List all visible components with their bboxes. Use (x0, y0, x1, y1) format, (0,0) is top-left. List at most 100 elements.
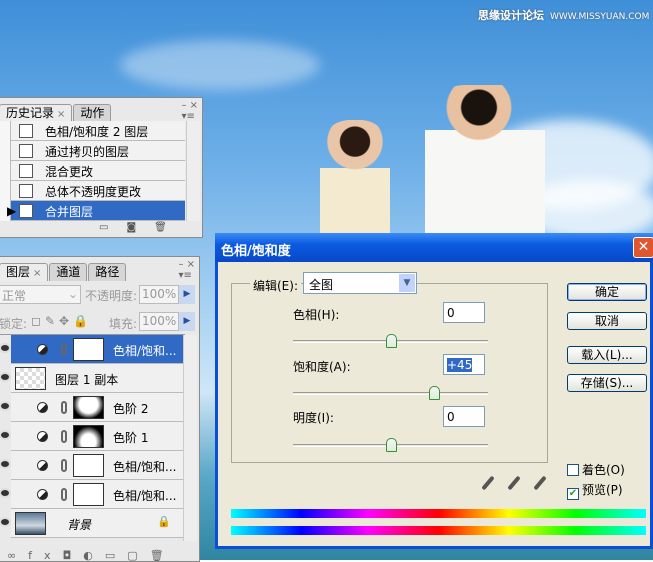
eyedropper-plus-icon[interactable] (507, 475, 521, 491)
history-panel: 历史记录 × 动作 – × ▾≡ 色相/饱和度 2 图层 通过拷贝的图层 混合更改 … (0, 97, 203, 238)
opacity-input[interactable]: 100% (139, 285, 179, 304)
tab-paths[interactable]: 路径 (88, 263, 127, 281)
history-state-icon (19, 184, 33, 198)
close-button[interactable]: ✕ (633, 237, 653, 258)
adjustment-layer-icon (37, 460, 48, 471)
layer-mask-thumbnail (73, 454, 104, 477)
layer-row[interactable]: 色相/饱和... (0, 451, 185, 480)
history-footer: ▭◙🗑 (99, 222, 185, 233)
colorize-checkbox[interactable]: 着色(O) (567, 461, 625, 478)
new-document-icon[interactable]: ▭ (99, 222, 126, 233)
new-layer-icon[interactable]: ▢ (127, 549, 149, 562)
add-mask-icon[interactable]: ◘ (63, 549, 84, 562)
panel-menu-icon[interactable]: – × ▾≡ (181, 100, 198, 122)
blend-mode-select[interactable]: 正常 ⌄ (0, 285, 81, 304)
eyedropper-minus-icon[interactable] (533, 475, 547, 491)
eye-icon[interactable] (0, 372, 11, 382)
edit-select[interactable]: 全图 ▼ (303, 272, 417, 294)
dialog-title-bar[interactable]: 色相/饱和度 ✕ (215, 233, 653, 262)
history-scrollbar[interactable] (186, 121, 200, 221)
eye-icon[interactable] (0, 401, 11, 411)
output-spectrum-bar[interactable] (231, 526, 646, 535)
adjustment-layer-icon (37, 489, 48, 500)
watermark: 思缘设计论坛 WWW.MISSYUAN.COM (478, 9, 650, 22)
eye-icon[interactable] (0, 517, 11, 527)
history-item[interactable]: 总体不透明度更改 (0, 181, 185, 201)
history-brush-marker-icon[interactable]: ▶ (7, 204, 16, 218)
settings-group (231, 283, 548, 463)
history-state-icon (19, 204, 33, 218)
fill-arrow[interactable]: ▶ (179, 312, 195, 331)
bride (320, 120, 390, 240)
layers-panel: 图层 × 通道 路径 – × ▾≡ 正常 ⌄ 不透明度: 100% ▶ 锁定: ◻✎✥… (0, 256, 200, 562)
eyedropper-icon[interactable] (481, 475, 495, 491)
opacity-arrow[interactable]: ▶ (179, 285, 195, 304)
load-button[interactable]: 载入(L)... (567, 346, 647, 364)
history-item-selected[interactable]: ▶ 合并图层 (0, 201, 185, 221)
saturation-slider[interactable] (293, 392, 488, 395)
layer-row[interactable]: 色阶 2 (0, 393, 185, 422)
saturation-label: 饱和度(A): (293, 360, 351, 374)
ok-button[interactable]: 确定 (567, 283, 647, 301)
new-group-icon[interactable]: ▭ (105, 549, 127, 562)
hue-saturation-dialog: 色相/饱和度 ✕ 编辑(E): 全图 ▼ 色相(H): 0 饱和度(A): +45 … (215, 233, 653, 549)
lock-label: 锁定: (0, 317, 28, 331)
tab-actions[interactable]: 动作 (73, 104, 112, 122)
adjustment-layer-icon (37, 402, 48, 413)
groom (425, 85, 545, 235)
layer-row[interactable]: 色相/饱和... (0, 480, 185, 509)
preview-checkbox[interactable]: ✔ 预览(P) (567, 481, 623, 500)
hue-label: 色相(H): (293, 308, 340, 322)
eye-icon[interactable] (0, 459, 11, 469)
history-state-icon (19, 124, 33, 138)
trash-icon[interactable]: 🗑 (150, 549, 176, 562)
history-item[interactable]: 色相/饱和度 2 图层 (0, 121, 185, 141)
lightness-slider-thumb[interactable] (385, 438, 397, 452)
layer-row[interactable]: 色阶 1 (0, 422, 185, 451)
eye-icon[interactable] (0, 343, 11, 353)
tab-channels[interactable]: 通道 (49, 263, 88, 281)
hue-input[interactable]: 0 (443, 302, 485, 323)
link-icon[interactable] (61, 430, 67, 443)
new-adjustment-icon[interactable]: ◐ (83, 549, 105, 562)
fill-input[interactable]: 100% (139, 312, 179, 331)
lightness-label: 明度(I): (293, 411, 334, 425)
lock-icons[interactable]: ◻✎✥🔒 (31, 314, 92, 328)
layer-mask-thumbnail (73, 425, 104, 448)
saturation-input[interactable]: +45 (443, 354, 485, 375)
history-state-icon (19, 164, 33, 178)
eye-icon[interactable] (0, 488, 11, 498)
fx-icon[interactable]: fx (28, 549, 62, 562)
layer-row[interactable]: 色相/饱和... (0, 335, 185, 364)
eye-icon[interactable] (0, 430, 11, 440)
layer-mask-thumbnail (73, 338, 104, 361)
snapshot-icon[interactable]: ◙ (126, 222, 154, 233)
layer-row[interactable]: 图层 1 副本 (0, 364, 185, 393)
lock-icon: 🔒 (157, 515, 171, 528)
chevron-down-icon[interactable]: ▼ (399, 274, 415, 292)
link-layers-icon[interactable]: ∞ (7, 549, 28, 562)
save-button[interactable]: 存储(S)... (567, 374, 647, 392)
link-icon[interactable] (61, 488, 67, 501)
layer-thumbnail (15, 512, 46, 535)
layer-mask-thumbnail (73, 483, 104, 506)
layer-row[interactable]: 背景 🔒 (0, 509, 185, 538)
history-item[interactable]: 通过拷贝的图层 (0, 141, 185, 161)
edit-label: 编辑(E): (250, 277, 301, 294)
saturation-slider-thumb[interactable] (429, 386, 441, 400)
link-icon[interactable] (61, 401, 67, 414)
lightness-input[interactable]: 0 (443, 406, 485, 427)
hue-slider-thumb[interactable] (385, 334, 397, 348)
tab-history[interactable]: 历史记录 × (0, 104, 73, 122)
adjustment-layer-icon (37, 344, 48, 355)
cancel-button[interactable]: 取消 (567, 312, 647, 330)
tab-layers[interactable]: 图层 × (0, 263, 49, 281)
layer-mask-thumbnail (73, 396, 104, 419)
history-item[interactable]: 混合更改 (0, 161, 185, 181)
link-icon[interactable] (61, 459, 67, 472)
trash-icon[interactable]: 🗑 (154, 222, 185, 233)
fill-label: 填充: (109, 317, 138, 331)
layers-scrollbar[interactable] (183, 335, 197, 541)
panel-menu-icon[interactable]: – × ▾≡ (178, 259, 195, 281)
link-icon[interactable] (61, 343, 67, 356)
